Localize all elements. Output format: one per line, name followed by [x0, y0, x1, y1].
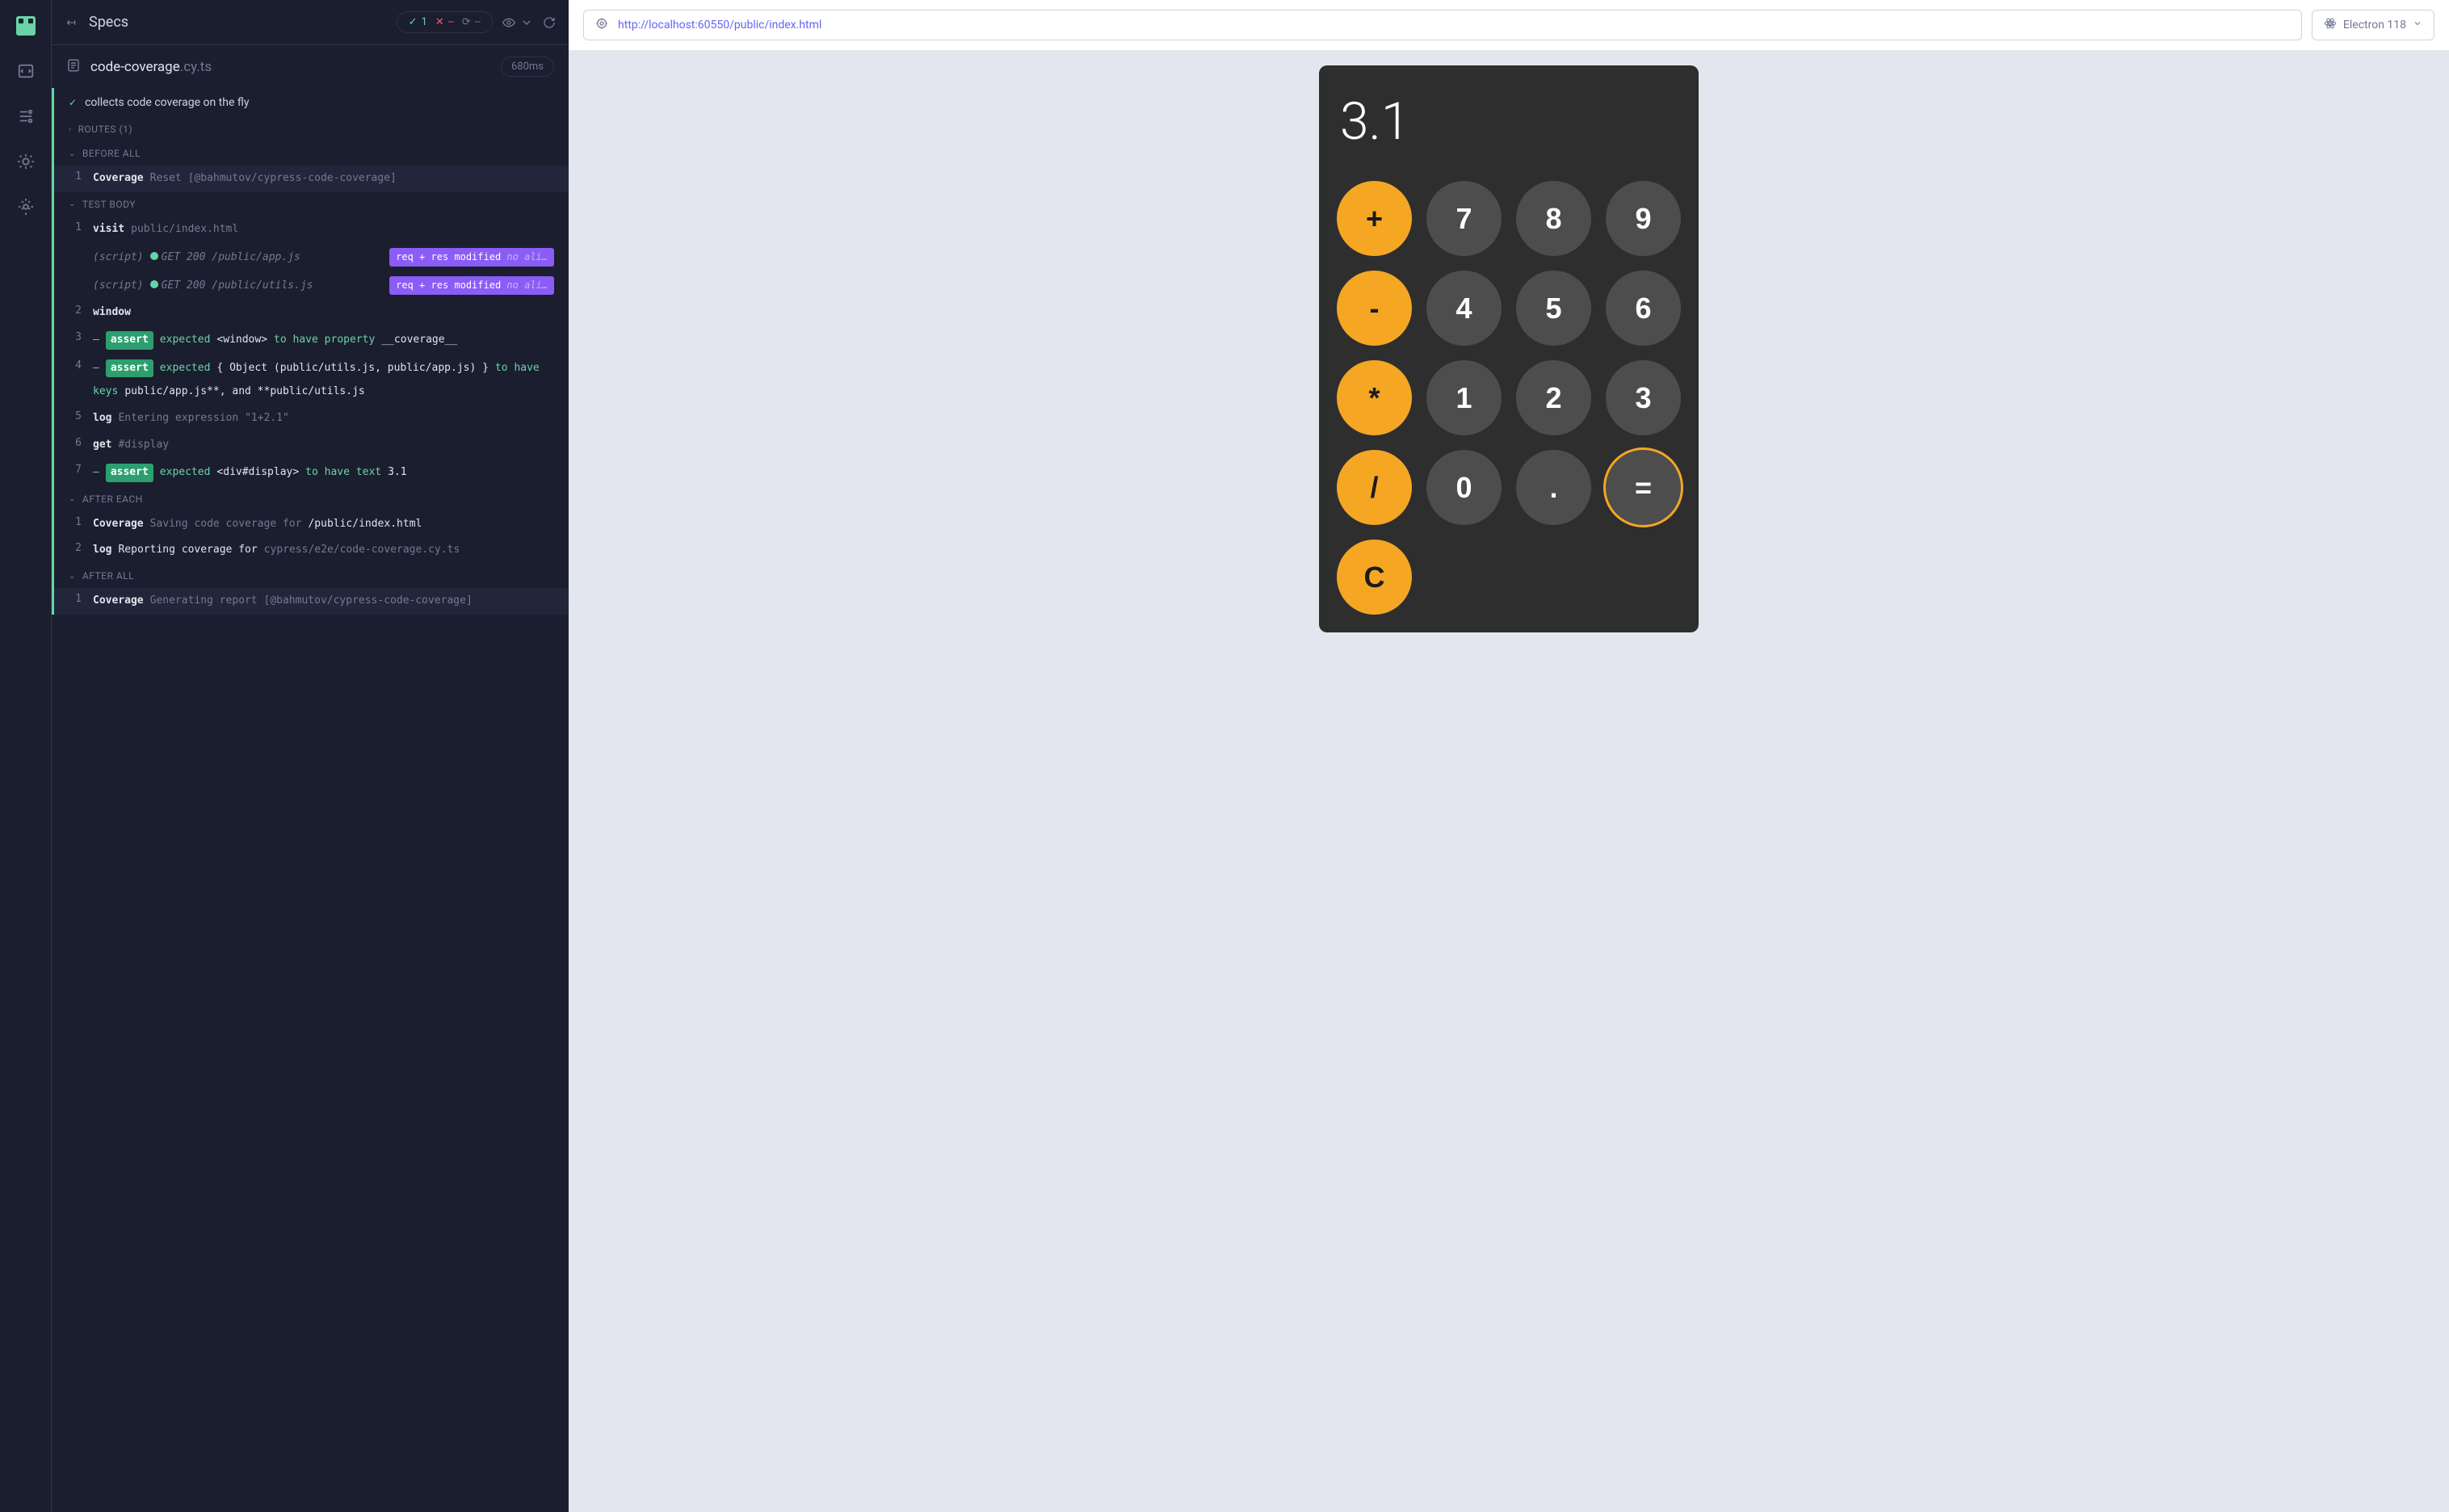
calc-btn-=[interactable]: = [1606, 450, 1681, 525]
stats-pill: ✓ 1 ✕ -- ⟳ -- [397, 11, 493, 33]
topbar: Specs ✓ 1 ✕ -- ⟳ -- [52, 0, 569, 45]
url-input[interactable]: http://localhost:60550/public/index.html [583, 10, 2302, 40]
settings-icon[interactable] [15, 195, 37, 218]
log-row[interactable]: 1 visit public/index.html [54, 216, 569, 243]
file-header[interactable]: code-coverage.cy.ts 680ms [52, 45, 569, 88]
chevron-down-icon[interactable] [520, 16, 533, 29]
routes-section[interactable]: › ROUTES (1) [54, 117, 569, 141]
file-name: code-coverage.cy.ts [90, 59, 212, 75]
calc-display: 3.1 [1330, 77, 1687, 174]
log-row-assert[interactable]: 7 –assert expected <div#display> to have… [54, 459, 569, 487]
selector-icon[interactable] [595, 17, 608, 33]
url-bar: http://localhost:60550/public/index.html… [569, 0, 2449, 51]
logo-icon[interactable] [15, 15, 37, 37]
duration-badge: 680ms [501, 57, 554, 77]
log-row-script[interactable]: (script) GET 200 /public/app.js req + re… [54, 243, 569, 271]
calc-btn--[interactable]: - [1337, 271, 1412, 346]
log-row[interactable]: 6 get #display [54, 432, 569, 459]
calc-btn-8[interactable]: 8 [1516, 181, 1591, 256]
log-row-assert[interactable]: 3 –assert expected <window> to have prop… [54, 326, 569, 355]
browser-select[interactable]: Electron 118 [2312, 10, 2434, 40]
file-icon [66, 58, 81, 76]
sidebar [0, 0, 52, 1512]
debug-icon[interactable] [15, 150, 37, 173]
test-body-section[interactable]: ⌄ TEST BODY [54, 192, 569, 216]
calc-btn-1[interactable]: 1 [1426, 360, 1502, 435]
url-text: http://localhost:60550/public/index.html [618, 19, 821, 32]
calc-grid: +789 -456 *123 /0.= C [1330, 174, 1687, 621]
electron-icon [2324, 17, 2337, 33]
log-row[interactable]: 5 log Entering expression "1+2.1" [54, 405, 569, 432]
chevron-right-icon: › [69, 125, 72, 134]
calc-btn-/[interactable]: / [1337, 450, 1412, 525]
calc-btn-5[interactable]: 5 [1516, 271, 1591, 346]
log-row[interactable]: 2 log Reporting coverage for cypress/e2e… [54, 537, 569, 564]
view-icon[interactable] [502, 16, 515, 29]
before-all-section[interactable]: ⌄ BEFORE ALL [54, 141, 569, 166]
aut-panel: http://localhost:60550/public/index.html… [569, 0, 2449, 1512]
check-icon: ✓ [69, 97, 77, 108]
chevron-down-icon: ⌄ [69, 149, 76, 158]
chevron-down-icon [2413, 19, 2422, 32]
after-all-section[interactable]: ⌄ AFTER ALL [54, 564, 569, 588]
test-title-row[interactable]: ✓ collects code coverage on the fly [54, 88, 569, 117]
calc-btn-+[interactable]: + [1337, 181, 1412, 256]
app-viewport: 3.1 +789 -456 *123 /0.= C [569, 51, 2449, 1512]
log-row[interactable]: 2 window [54, 300, 569, 326]
calc-btn-.[interactable]: . [1516, 450, 1591, 525]
modified-badge: req + res modified no ali… [389, 248, 554, 267]
back-icon[interactable] [65, 16, 78, 29]
runs-icon[interactable] [15, 105, 37, 128]
calc-btn-4[interactable]: 4 [1426, 271, 1502, 346]
stat-pass: ✓ 1 [409, 16, 427, 28]
reporter-panel: Specs ✓ 1 ✕ -- ⟳ -- code-coverage.cy.ts … [52, 0, 569, 1512]
test-container: ✓ collects code coverage on the fly › RO… [52, 88, 569, 615]
calc-btn-9[interactable]: 9 [1606, 181, 1681, 256]
chevron-down-icon: ⌄ [69, 572, 76, 581]
calc-btn-C[interactable]: C [1337, 540, 1412, 615]
calc-btn-2[interactable]: 2 [1516, 360, 1591, 435]
calc-btn-*[interactable]: * [1337, 360, 1412, 435]
calc-btn-7[interactable]: 7 [1426, 181, 1502, 256]
test-title: collects code coverage on the fly [85, 96, 249, 109]
after-each-section[interactable]: ⌄ AFTER EACH [54, 487, 569, 511]
log-row[interactable]: 1 Coverage Reset [@bahmutov/cypress-code… [54, 166, 569, 192]
stat-pending: ⟳ -- [462, 16, 481, 28]
calc-btn-6[interactable]: 6 [1606, 271, 1681, 346]
stat-fail: ✕ -- [435, 16, 454, 28]
log-row[interactable]: 1 Coverage Generating report [@bahmutov/… [54, 588, 569, 615]
reload-icon[interactable] [543, 16, 556, 29]
page-title: Specs [89, 14, 128, 31]
calculator: 3.1 +789 -456 *123 /0.= C [1319, 65, 1699, 632]
code-icon[interactable] [15, 60, 37, 82]
log-row-assert[interactable]: 4 –assert expected { Object (public/util… [54, 355, 569, 406]
modified-badge: req + res modified no ali… [389, 276, 554, 295]
chevron-down-icon: ⌄ [69, 200, 76, 208]
calc-btn-0[interactable]: 0 [1426, 450, 1502, 525]
calc-btn-3[interactable]: 3 [1606, 360, 1681, 435]
log-row-script[interactable]: (script) GET 200 /public/utils.js req + … [54, 271, 569, 300]
log-row[interactable]: 1 Coverage Saving code coverage for /pub… [54, 511, 569, 538]
chevron-down-icon: ⌄ [69, 494, 76, 503]
